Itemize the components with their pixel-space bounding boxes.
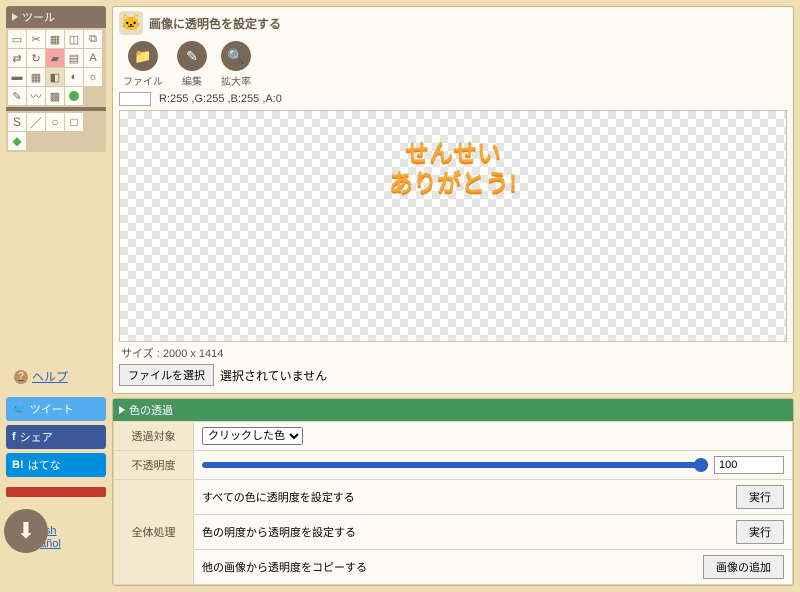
color-value: R:255 ,G:255 ,B:255 ,A:0: [159, 93, 282, 105]
shape-grid: S ／ ○ □ ◆: [6, 111, 106, 152]
opacity-slider[interactable]: [202, 462, 708, 468]
twitter-label: ツイート: [30, 401, 74, 417]
tool-fill-icon[interactable]: ▰: [46, 49, 64, 67]
hatena-icon: B!: [12, 459, 24, 471]
magnify-icon: 🔍: [221, 41, 251, 71]
target-select[interactable]: クリックした色: [202, 427, 303, 445]
global-row2-text: 色の明度から透明度を設定する: [202, 524, 356, 540]
editor-panel: 🐱 画像に透明色を設定する 📁 ファイル ✎ 編集 🔍 拡大率: [112, 6, 794, 394]
help-icon: ?: [14, 370, 28, 384]
tool-copy-icon[interactable]: ⧉: [84, 30, 102, 48]
shape-diamond-icon[interactable]: ◆: [8, 132, 26, 150]
shape-line-icon[interactable]: ／: [27, 113, 45, 131]
shape-curve-icon[interactable]: S: [8, 113, 26, 131]
edit-label: 編集: [182, 73, 202, 88]
canvas-size: サイズ : 2000 x 1414: [121, 345, 785, 361]
tool-bucket-icon[interactable]: ▬: [8, 68, 26, 86]
zoom-label: 拡大率: [221, 73, 251, 88]
page-title-row: 🐱 画像に透明色を設定する: [119, 11, 787, 35]
hatena-label: はてな: [28, 457, 61, 473]
tool-pattern-icon[interactable]: ▩: [46, 87, 64, 105]
opacity-input[interactable]: [714, 456, 784, 474]
row-opacity: 不透明度: [114, 451, 793, 480]
canvas[interactable]: せんせい ありがとう!: [119, 110, 787, 342]
zoom-menu[interactable]: 🔍 拡大率: [221, 41, 251, 88]
target-label: 透過対象: [114, 422, 194, 451]
opacity-label: 不透明度: [114, 451, 194, 480]
page-title: 画像に透明色を設定する: [149, 15, 281, 32]
share-buttons: 🐦 ツイート f シェア B! はてな: [6, 397, 106, 477]
twitter-button[interactable]: 🐦 ツイート: [6, 397, 106, 421]
app-logo-icon: 🐱: [119, 11, 143, 35]
download-button[interactable]: ⬇: [4, 509, 48, 553]
tools-title: ツール: [6, 6, 106, 28]
file-menu[interactable]: 📁 ファイル: [123, 41, 163, 88]
file-chooser-row: ファイルを選択 選択されていません: [119, 364, 787, 386]
canvas-text: せんせい ありがとう!: [389, 139, 517, 199]
tool-transparency-icon[interactable]: ◧: [46, 68, 64, 86]
row-target: 透過対象 クリックした色: [114, 422, 793, 451]
help-link[interactable]: ? ヘルプ: [14, 368, 106, 385]
tool-text-icon[interactable]: A: [84, 49, 102, 67]
edit-menu[interactable]: ✎ 編集: [177, 41, 207, 88]
pencil-icon: ✎: [177, 41, 207, 71]
tool-lasso-icon[interactable]: ◫: [65, 30, 83, 48]
exec-button-2[interactable]: 実行: [736, 520, 784, 544]
tool-marquee-icon[interactable]: ▦: [46, 30, 64, 48]
tool-contrast-icon[interactable]: ◐: [65, 68, 83, 86]
add-image-button[interactable]: 画像の追加: [703, 555, 784, 579]
red-panel: [6, 487, 106, 497]
tool-grid: ▭ ✂ ▦ ◫ ⧉ ⇄ ↻ ▰ ▤ A ▬ ▦ ◧ ◐ ☼ ✎ 〰 ▩: [6, 28, 106, 107]
shape-circle-icon[interactable]: ○: [46, 113, 64, 131]
folder-icon: 📁: [128, 41, 158, 71]
download-icon: ⬇: [17, 518, 35, 544]
tool-brush-icon[interactable]: ✎: [8, 87, 26, 105]
color-readout: R:255 ,G:255 ,B:255 ,A:0: [119, 92, 787, 106]
global-label: 全体処理: [114, 480, 194, 585]
options-panel: 色の透過 透過対象 クリックした色 不透明度: [112, 398, 794, 586]
tool-layers-icon[interactable]: ▤: [65, 49, 83, 67]
tool-select-icon[interactable]: ▭: [8, 30, 26, 48]
canvas-line2: ありがとう!: [389, 169, 517, 199]
facebook-icon: f: [12, 431, 16, 443]
tool-grid-icon[interactable]: ▦: [27, 68, 45, 86]
tool-flip-icon[interactable]: ⇄: [8, 49, 26, 67]
tool-cut-icon[interactable]: ✂: [27, 30, 45, 48]
tool-color-icon[interactable]: [65, 87, 83, 105]
canvas-line1: せんせい: [389, 139, 517, 169]
twitter-icon: 🐦: [12, 403, 26, 416]
facebook-label: シェア: [20, 429, 53, 445]
tool-smudge-icon[interactable]: 〰: [27, 87, 45, 105]
global-row3-text: 他の画像から透明度をコピーする: [202, 559, 367, 575]
row-global-1: 全体処理 すべての色に透明度を設定する 実行: [114, 480, 793, 515]
facebook-button[interactable]: f シェア: [6, 425, 106, 449]
options-title: 色の透過: [113, 399, 793, 421]
file-label: ファイル: [123, 73, 163, 88]
tools-panel: ツール ▭ ✂ ▦ ◫ ⧉ ⇄ ↻ ▰ ▤ A ▬ ▦ ◧ ◐ ☼ ✎ 〰 ▩: [6, 6, 106, 152]
tool-rotate-icon[interactable]: ↻: [27, 49, 45, 67]
file-status: 選択されていません: [220, 367, 327, 384]
file-choose-button[interactable]: ファイルを選択: [119, 364, 214, 386]
global-row1-text: すべての色に透明度を設定する: [202, 489, 355, 505]
color-swatch[interactable]: [119, 92, 151, 106]
hatena-button[interactable]: B! はてな: [6, 453, 106, 477]
exec-button-1[interactable]: 実行: [736, 485, 784, 509]
options-table: 透過対象 クリックした色 不透明度: [113, 421, 793, 585]
shape-rect-icon[interactable]: □: [65, 113, 83, 131]
tool-brightness-icon[interactable]: ☼: [84, 68, 102, 86]
toolbar: 📁 ファイル ✎ 編集 🔍 拡大率: [123, 41, 783, 88]
row-global-2: 色の明度から透明度を設定する 実行: [114, 515, 793, 550]
help-label: ヘルプ: [32, 368, 68, 385]
row-global-3: 他の画像から透明度をコピーする 画像の追加: [114, 550, 793, 585]
